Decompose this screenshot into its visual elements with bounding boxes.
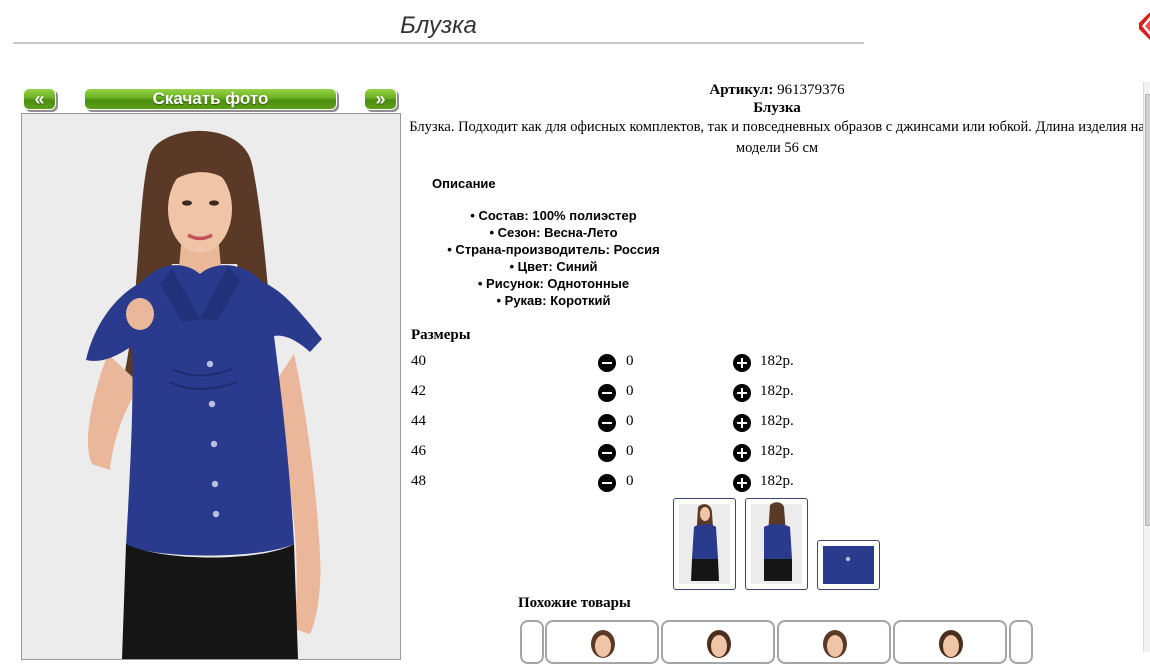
- minus-circle-icon[interactable]: [598, 444, 616, 462]
- close-icon[interactable]: [1136, 12, 1150, 42]
- article-line: Артикул: 961379376: [407, 82, 1147, 99]
- model-illustration: [22, 114, 400, 659]
- main-product-photo[interactable]: [21, 113, 401, 660]
- size-label: 44: [411, 413, 426, 429]
- size-quantity: 0: [626, 383, 634, 399]
- product-description: Блузка. Подходит как для офисных комплек…: [409, 119, 1145, 156]
- similar-product-card[interactable]: [545, 620, 659, 664]
- size-row: 44 0 182р.: [411, 413, 831, 433]
- thumbnail-fabric-image: [823, 546, 874, 584]
- similar-prev-arrow[interactable]: [520, 620, 544, 664]
- size-quantity: 0: [626, 353, 634, 369]
- property-item: • Страна-производитель: Россия: [447, 242, 660, 257]
- size-label: 40: [411, 353, 426, 369]
- size-row: 42 0 182р.: [411, 383, 831, 403]
- size-quantity: 0: [626, 413, 634, 429]
- size-price: 182р.: [760, 353, 794, 369]
- thumbnail-front-image: [679, 504, 730, 584]
- product-info: Артикул: 961379376 Блузка Блузка. Подход…: [407, 82, 1147, 159]
- plus-circle-icon[interactable]: [733, 384, 751, 402]
- page-header: Блузка: [13, 8, 864, 44]
- thumbnail-fabric[interactable]: [817, 540, 880, 590]
- plus-circle-icon[interactable]: [733, 414, 751, 432]
- plus-circle-icon[interactable]: [733, 444, 751, 462]
- similar-product-card[interactable]: [777, 620, 891, 664]
- similar-product-image: [823, 630, 847, 658]
- sizes-heading: Размеры: [411, 327, 471, 343]
- property-list: • Состав: 100% полиэстер • Сезон: Весна-…: [407, 207, 700, 309]
- similar-product-image: [939, 630, 963, 658]
- size-quantity: 0: [626, 473, 634, 489]
- minus-circle-icon[interactable]: [598, 474, 616, 492]
- size-price: 182р.: [760, 383, 794, 399]
- similar-product-card[interactable]: [893, 620, 1007, 664]
- scrollbar-thumb[interactable]: [1145, 94, 1150, 526]
- prev-photo-button[interactable]: «: [23, 88, 56, 110]
- download-photo-button[interactable]: Скачать фото: [84, 88, 337, 110]
- size-label: 46: [411, 443, 426, 459]
- description-heading: Описание: [432, 176, 496, 191]
- size-row: 48 0 182р.: [411, 473, 831, 493]
- size-row: 40 0 182р.: [411, 353, 831, 373]
- size-label: 42: [411, 383, 426, 399]
- property-item: • Состав: 100% полиэстер: [470, 208, 637, 223]
- similar-product-image: [707, 630, 731, 658]
- article-number: 961379376: [777, 82, 845, 98]
- size-price: 182р.: [760, 443, 794, 459]
- size-row: 46 0 182р.: [411, 443, 831, 463]
- property-item: • Рисунок: Однотонные: [477, 276, 630, 291]
- property-item: • Цвет: Синий: [509, 259, 598, 274]
- property-item: • Сезон: Весна-Лето: [489, 225, 618, 240]
- size-price: 182р.: [760, 473, 794, 489]
- minus-circle-icon[interactable]: [598, 354, 616, 372]
- page-title: Блузка: [400, 12, 477, 39]
- thumbnail-back-image: [751, 502, 802, 584]
- size-label: 48: [411, 473, 426, 489]
- minus-circle-icon[interactable]: [598, 384, 616, 402]
- similar-products-heading: Похожие товары: [518, 595, 631, 611]
- next-photo-button[interactable]: »: [364, 88, 397, 110]
- similar-product-image: [591, 630, 615, 658]
- size-price: 182р.: [760, 413, 794, 429]
- minus-circle-icon[interactable]: [598, 414, 616, 432]
- thumbnail-front[interactable]: [673, 498, 736, 590]
- plus-circle-icon[interactable]: [733, 354, 751, 372]
- similar-product-card[interactable]: [661, 620, 775, 664]
- article-label: Артикул:: [709, 82, 774, 98]
- property-item: • Рукав: Короткий: [496, 293, 611, 308]
- similar-next-arrow[interactable]: [1009, 620, 1033, 664]
- product-name: Блузка: [753, 100, 801, 116]
- plus-circle-icon[interactable]: [733, 474, 751, 492]
- thumbnail-back[interactable]: [745, 498, 808, 590]
- vertical-scrollbar[interactable]: [1143, 82, 1150, 652]
- size-quantity: 0: [626, 443, 634, 459]
